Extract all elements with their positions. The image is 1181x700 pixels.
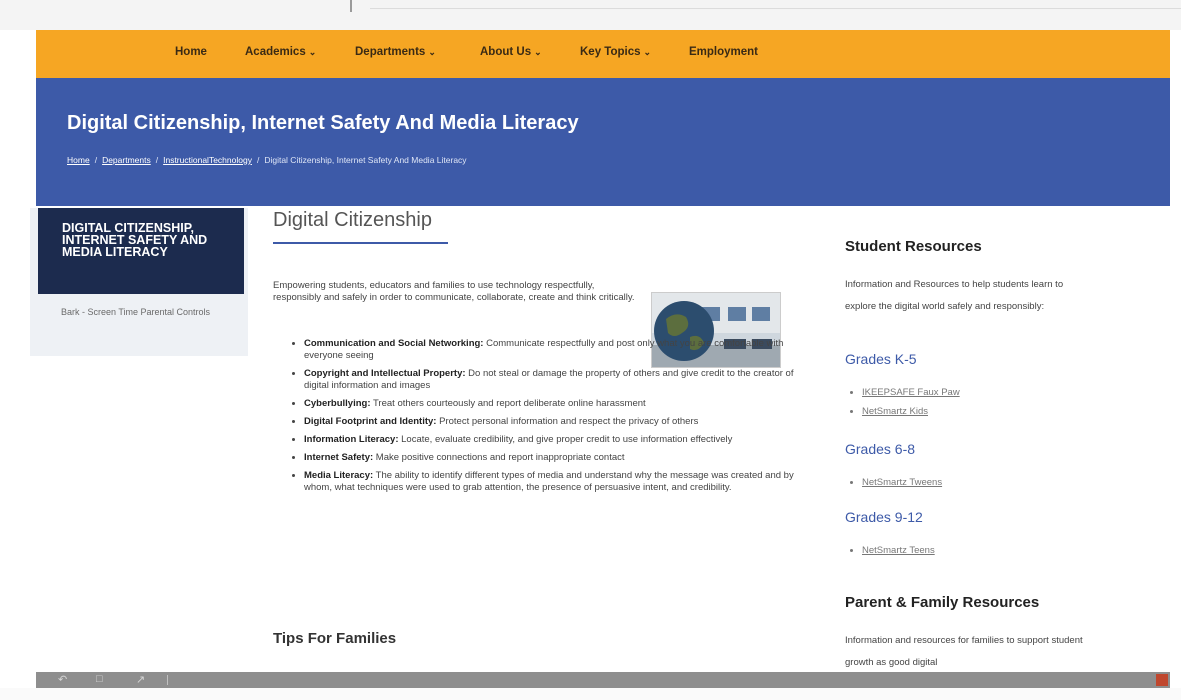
link-ikeepsafe-faux-paw[interactable]: IKEEPSAFE Faux Paw [862,387,960,398]
chevron-down-icon: ⌄ [643,47,652,57]
parent-resources-text: Information and resources for families t… [845,635,1083,668]
list-item: Internet Safety: Make positive connectio… [304,452,802,464]
list-item: Communication and Social Networking: Com… [304,338,802,362]
tips-heading: Tips For Families [273,630,397,647]
top-edge [370,8,1181,9]
page-title: Digital Citizenship, Internet Safety And… [67,112,579,134]
list-item: IKEEPSAFE Faux Paw [862,383,960,402]
list-item: NetSmartz Kids [862,402,960,421]
nav-key-topics[interactable]: Key Topics ⌄ [580,46,651,58]
bottom-toolbar: ↶ □ ↗ [36,672,1170,688]
breadcrumb-home[interactable]: Home [67,155,90,165]
toolbar-divider [167,675,168,685]
breadcrumb-current: Digital Citizenship, Internet Safety And… [264,155,467,165]
student-resources-text: Information and Resources to help studen… [845,279,1064,312]
grades-k5-links: IKEEPSAFE Faux Paw NetSmartz Kids [848,383,960,421]
student-resources-title: Student Resources [845,238,982,255]
grades-6-8-links: NetSmartz Tweens [848,473,942,492]
sidebar-heading[interactable]: DIGITAL CITIZENSHIP, INTERNET SAFETY AND… [38,208,244,294]
main-navbar: Home Academics ⌄ Departments ⌄ About Us ⌄ K… [36,30,1170,78]
link-netsmartz-teens[interactable]: NetSmartz Teens [862,545,935,556]
link-netsmartz-kids[interactable]: NetSmartz Kids [862,406,928,417]
sidebar-heading-label: DIGITAL CITIZENSHIP, INTERNET SAFETY AND… [62,221,208,259]
grades-9-12-links: NetSmartz Teens [848,541,935,560]
nav-about-us[interactable]: About Us ⌄ [480,46,542,58]
nav-academics[interactable]: Academics ⌄ [245,46,316,58]
chevron-down-icon: ⌄ [428,47,436,57]
list-item: Media Literacy: The ability to identify … [304,470,802,494]
top-divider [350,0,352,12]
window-icon[interactable]: □ [96,673,103,685]
chevron-down-icon: ⌄ [308,47,317,57]
breadcrumb-departments[interactable]: Departments [102,155,151,165]
undo-icon[interactable]: ↶ [58,673,67,686]
record-indicator[interactable] [1156,674,1168,686]
browser-top-strip [0,0,1181,30]
chevron-down-icon: ⌄ [534,47,542,57]
list-item: Cyberbullying: Treat others courteously … [304,398,802,410]
breadcrumb-instructional-technology[interactable]: InstructionalTechnology [163,155,252,165]
nav-home[interactable]: Home [175,46,207,58]
section-title: Digital Citizenship [273,209,432,231]
list-item: Information Literacy: Locate, evaluate c… [304,434,802,446]
grades-9-12-heading: Grades 9-12 [845,509,923,525]
list-item: NetSmartz Tweens [862,473,942,492]
page-banner: Digital Citizenship, Internet Safety And… [36,78,1170,206]
link-netsmartz-tweens[interactable]: NetSmartz Tweens [862,477,942,488]
parent-resources-title: Parent & Family Resources [845,594,1040,611]
share-icon[interactable]: ↗ [136,673,145,686]
grades-k5-heading: Grades K-5 [845,351,917,367]
nav-employment[interactable]: Employment [689,46,758,58]
nav-departments[interactable]: Departments ⌄ [355,46,436,58]
list-item: NetSmartz Teens [862,541,935,560]
topics-list: Communication and Social Networking: Com… [290,338,802,500]
list-item: Digital Footprint and Identity: Protect … [304,416,802,428]
list-item: Copyright and Intellectual Property: Do … [304,368,802,392]
intro-text: Empowering students, educators and famil… [273,280,635,303]
bottom-fill [0,688,1181,700]
breadcrumb: Home / Departments / InstructionalTechnology… [67,155,467,165]
grades-6-8-heading: Grades 6-8 [845,441,916,457]
title-underline [273,242,448,244]
sidebar-item-bark[interactable]: Bark - Screen Time Parental Controls [61,306,231,318]
